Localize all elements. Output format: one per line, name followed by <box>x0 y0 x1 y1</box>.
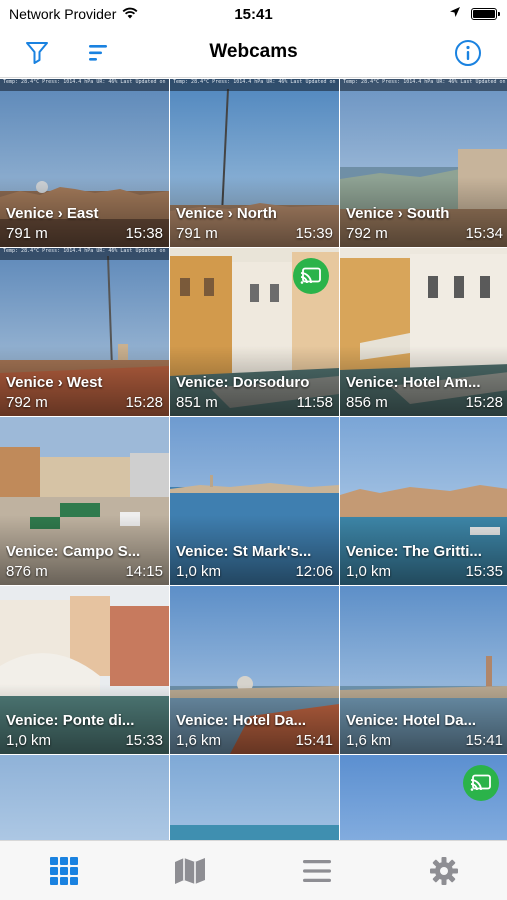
webcam-tile[interactable]: Venice: Hotel Da... 1,6 km 15:41 <box>170 586 339 754</box>
webcam-tile[interactable]: Temp: 28.4°C Press: 1014.4 hPa UR: 46% L… <box>340 79 507 247</box>
grid-icon <box>50 857 78 885</box>
webcam-distance: 876 m <box>6 563 48 580</box>
webcam-tile[interactable]: Venice: Hotel Da... 1,6 km 15:41 <box>340 586 507 754</box>
webcam-time: 15:34 <box>465 225 503 242</box>
webcam-name: Venice: Hotel Da... <box>346 712 477 729</box>
live-stream-badge <box>293 258 329 294</box>
webcam-name: Venice › West <box>6 374 103 391</box>
webcam-image <box>170 755 339 840</box>
tab-grid[interactable] <box>39 849 89 893</box>
webcam-time: 11:58 <box>296 394 333 411</box>
camera-overlay-text: Temp: 28.4°C Press: 1014.4 hPa UR: 46% L… <box>0 248 169 260</box>
webcam-time: 15:28 <box>465 394 503 411</box>
webcam-time: 14:15 <box>125 563 163 580</box>
webcam-tile[interactable]: Venice: St Mark's... 1,0 km 12:06 <box>170 417 339 585</box>
info-icon <box>455 40 481 66</box>
webcam-name: Venice › South <box>346 205 450 222</box>
webcam-image <box>0 755 169 840</box>
webcam-distance: 791 m <box>6 225 48 242</box>
tab-map[interactable] <box>165 849 215 893</box>
status-time: 15:41 <box>234 6 273 23</box>
tab-settings[interactable] <box>419 849 469 893</box>
info-button[interactable] <box>453 38 483 68</box>
webcam-name: Venice › North <box>176 205 277 222</box>
webcam-tile[interactable]: Temp: 28.4°C Press: 1014.4 hPa UR: 46% L… <box>0 79 169 247</box>
webcam-distance: 1,6 km <box>176 732 222 749</box>
webcam-distance: 1,6 km <box>346 732 392 749</box>
page-title: Webcams <box>209 41 298 62</box>
webcam-distance: 791 m <box>176 225 218 242</box>
webcam-tile[interactable]: Venice: Ponte di... 1,0 km 15:33 <box>0 586 169 754</box>
webcam-time: 15:41 <box>465 732 503 749</box>
webcam-time: 15:39 <box>295 225 333 242</box>
webcam-time: 15:35 <box>465 563 503 580</box>
webcam-distance: 792 m <box>346 225 388 242</box>
webcam-distance: 1,0 km <box>346 563 392 580</box>
webcam-distance: 851 m <box>176 394 218 411</box>
webcam-name: Venice › East <box>6 205 99 222</box>
webcam-tile[interactable]: Venice: Dorsoduro 851 m 11:58 <box>170 248 339 416</box>
webcam-distance: 856 m <box>346 394 388 411</box>
webcam-name: Venice: Ponte di... <box>6 712 135 729</box>
status-right <box>449 5 500 23</box>
live-stream-badge <box>463 765 499 801</box>
navigation-bar: Webcams <box>0 28 507 78</box>
webcam-tile[interactable]: Temp: 28.4°C Press: 1014.4 hPa UR: 46% L… <box>0 248 169 416</box>
webcam-name: Venice: Dorsoduro <box>176 374 310 391</box>
battery-icon <box>471 8 500 20</box>
webcam-name: Venice: The Gritti... <box>346 543 482 560</box>
tab-list[interactable] <box>292 849 342 893</box>
webcam-tile[interactable]: Venice: Hotel Am... 856 m 15:28 <box>340 248 507 416</box>
webcam-name: Venice: Hotel Am... <box>346 374 481 391</box>
status-bar: Network Provider 15:41 <box>0 0 507 28</box>
webcam-name: Venice: Campo S... <box>6 543 141 560</box>
webcam-time: 15:28 <box>125 394 163 411</box>
webcam-time: 12:06 <box>295 563 333 580</box>
webcam-grid: Temp: 28.4°C Press: 1014.4 hPa UR: 46% L… <box>0 79 507 840</box>
webcam-tile[interactable] <box>0 755 169 840</box>
webcam-tile[interactable] <box>170 755 339 840</box>
webcam-name: Venice: Hotel Da... <box>176 712 307 729</box>
webcam-name: Venice: St Mark's... <box>176 543 312 560</box>
camera-overlay-text: Temp: 28.4°C Press: 1014.4 hPa UR: 46% L… <box>340 79 507 91</box>
tab-bar <box>0 840 507 900</box>
webcam-time: 15:38 <box>125 225 163 242</box>
camera-overlay-text: Temp: 28.4°C Press: 1014.4 hPa UR: 46% L… <box>0 79 169 91</box>
webcam-distance: 1,0 km <box>6 732 52 749</box>
location-arrow-icon <box>449 5 461 23</box>
webcam-time: 15:33 <box>125 732 163 749</box>
map-icon <box>175 858 205 884</box>
cast-icon <box>470 774 491 791</box>
webcam-distance: 1,0 km <box>176 563 222 580</box>
webcam-distance: 792 m <box>6 394 48 411</box>
cast-icon <box>300 267 321 284</box>
webcam-tile[interactable] <box>340 755 507 840</box>
webcam-tile[interactable]: Venice: Campo S... 876 m 14:15 <box>0 417 169 585</box>
webcam-tile[interactable]: Temp: 28.4°C Press: 1014.4 hPa UR: 46% L… <box>170 79 339 247</box>
webcam-tile[interactable]: Venice: The Gritti... 1,0 km 15:35 <box>340 417 507 585</box>
gear-icon <box>430 857 458 885</box>
camera-overlay-text: Temp: 28.4°C Press: 1014.4 hPa UR: 46% L… <box>170 79 339 91</box>
list-icon <box>303 860 331 882</box>
webcam-time: 15:41 <box>295 732 333 749</box>
